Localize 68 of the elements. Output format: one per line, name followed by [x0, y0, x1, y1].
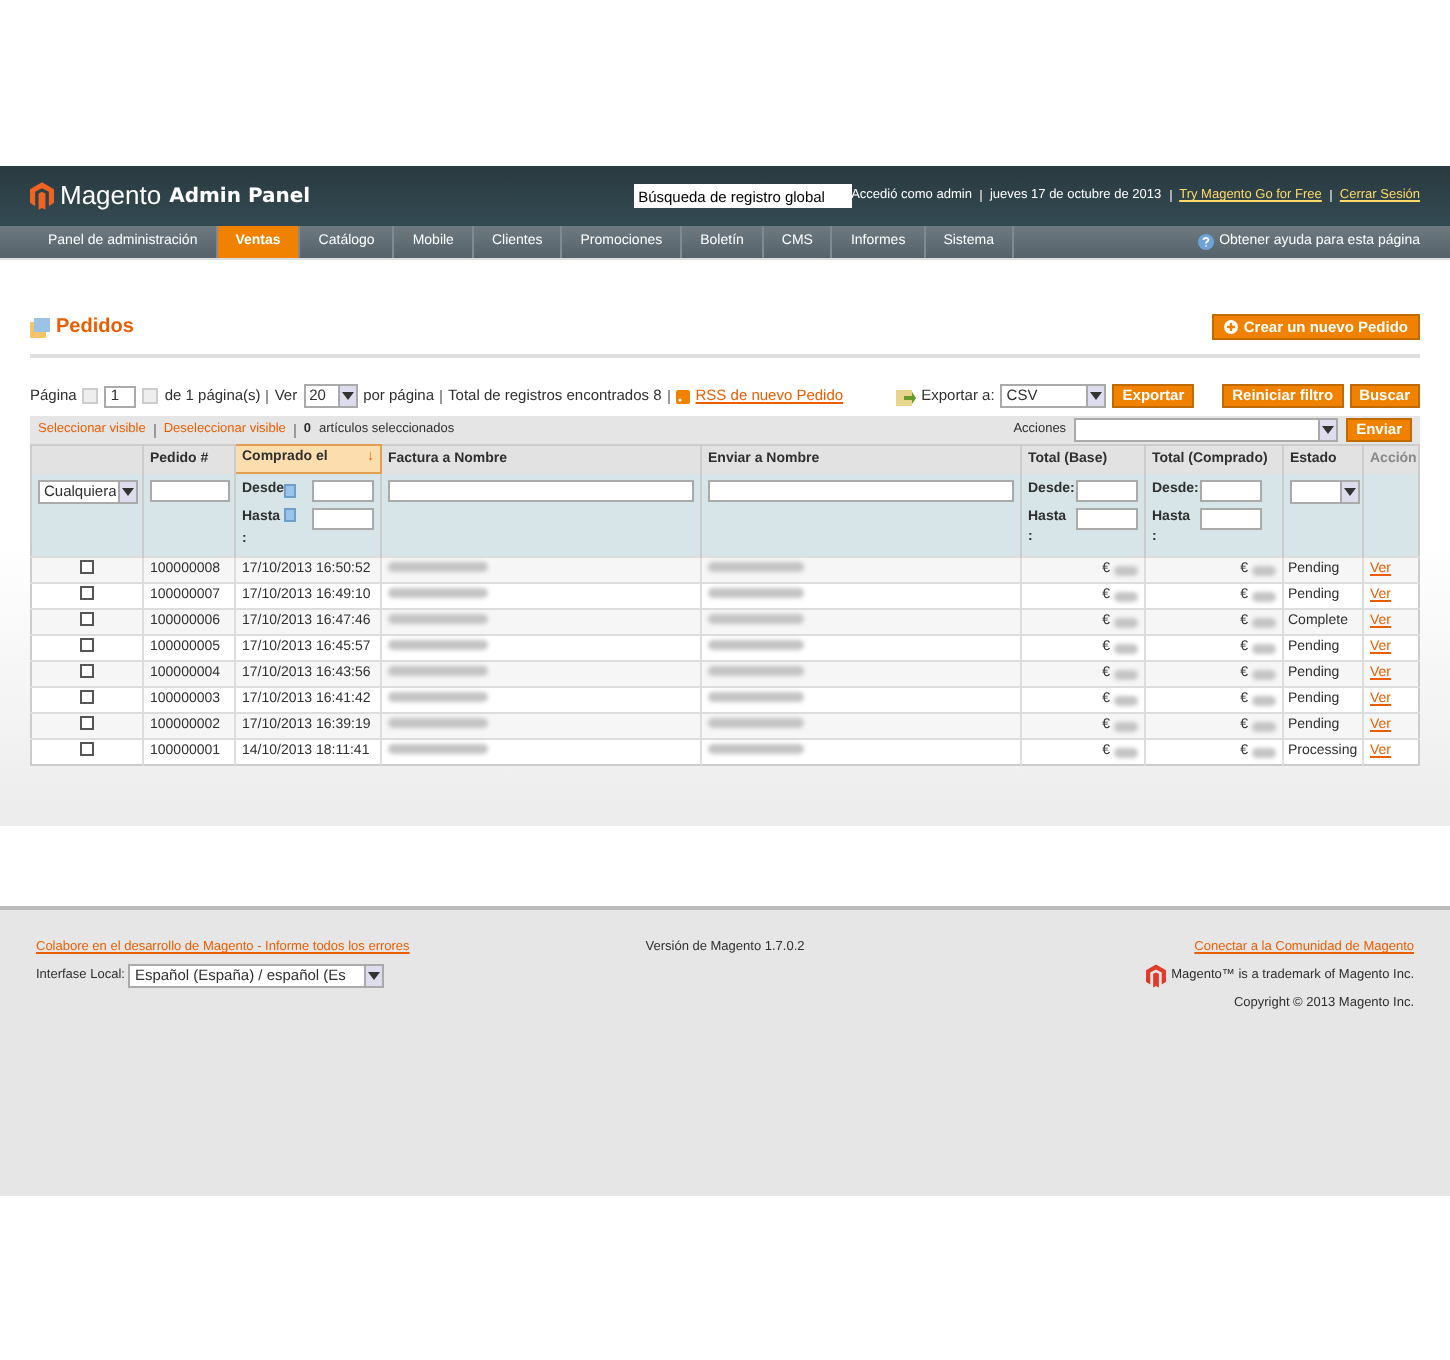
blurred-text: [708, 561, 804, 572]
prev-page-icon[interactable]: [82, 388, 99, 404]
blurred-text: [708, 665, 804, 676]
row-checkbox[interactable]: [80, 638, 94, 653]
row-checkbox[interactable]: [80, 560, 94, 575]
logo-text: Magento: [60, 178, 162, 215]
filter-field[interactable]: [388, 479, 694, 501]
blurred-text: [1252, 747, 1276, 757]
blurred-text: [388, 691, 488, 702]
blurred-text: [388, 717, 488, 728]
blurred-text: [1252, 617, 1276, 627]
blurred-text: [1252, 721, 1276, 731]
filter-field[interactable]: [1076, 507, 1138, 529]
filter-field[interactable]: [150, 479, 230, 501]
blurred-text: [1114, 643, 1138, 653]
page-title: Pedidos: [56, 314, 134, 342]
export-icon: [895, 387, 916, 405]
blurred-text: [1114, 565, 1138, 575]
blurred-text: [708, 743, 804, 754]
blurred-text: [1252, 643, 1276, 653]
blurred-text: [1114, 695, 1138, 705]
filter-field[interactable]: [1200, 507, 1262, 529]
date-from-field[interactable]: [312, 480, 374, 502]
row-checkbox[interactable]: [80, 664, 94, 679]
blurred-text: [708, 691, 804, 702]
blurred-text: [1252, 591, 1276, 601]
blurred-text: [1252, 695, 1276, 705]
blurred-text: [388, 613, 488, 624]
blurred-text: [708, 587, 804, 598]
blurred-text: [708, 639, 804, 650]
filter-field[interactable]: [1200, 479, 1262, 501]
blurred-text: [1114, 669, 1138, 679]
blurred-text: [388, 743, 488, 754]
blurred-text: [388, 639, 488, 650]
actions-select[interactable]: [1074, 418, 1339, 442]
dropdown-arrow-icon: [1340, 481, 1358, 501]
row-checkbox[interactable]: [80, 690, 94, 705]
logo-icon: [30, 180, 54, 212]
dropdown-arrow-icon: [118, 481, 136, 501]
filter-field[interactable]: [708, 479, 1014, 501]
dropdown-arrow-icon: [1086, 386, 1105, 406]
row-checkbox[interactable]: [80, 612, 94, 627]
next-page-icon[interactable]: [142, 388, 159, 404]
status-select[interactable]: [1290, 479, 1360, 503]
blurred-text: [1252, 669, 1276, 679]
logo-icon: [1145, 963, 1166, 988]
rss-icon: [675, 389, 690, 403]
row-checkbox[interactable]: [80, 716, 94, 731]
filter-field[interactable]: [1076, 479, 1138, 501]
row-checkbox[interactable]: [80, 586, 94, 601]
blurred-text: [1114, 747, 1138, 757]
dropdown-arrow-icon: [337, 386, 356, 406]
blurred-text: [388, 561, 488, 572]
blurred-text: [1114, 617, 1138, 627]
orders-icon: [30, 317, 50, 337]
blurred-text: [388, 665, 488, 676]
logo-subtitle: Admin Panel: [169, 183, 311, 211]
row-checkbox[interactable]: [80, 742, 94, 757]
blurred-text: [1252, 565, 1276, 575]
plus-icon: [1223, 320, 1238, 334]
blurred-text: [708, 613, 804, 624]
blurred-text: [388, 587, 488, 598]
date-to-field[interactable]: [312, 508, 374, 530]
dropdown-arrow-icon: [364, 965, 383, 986]
blurred-text: [1114, 721, 1138, 731]
help-icon: [1197, 234, 1214, 250]
blurred-text: [1114, 591, 1138, 601]
blurred-text: [708, 717, 804, 728]
